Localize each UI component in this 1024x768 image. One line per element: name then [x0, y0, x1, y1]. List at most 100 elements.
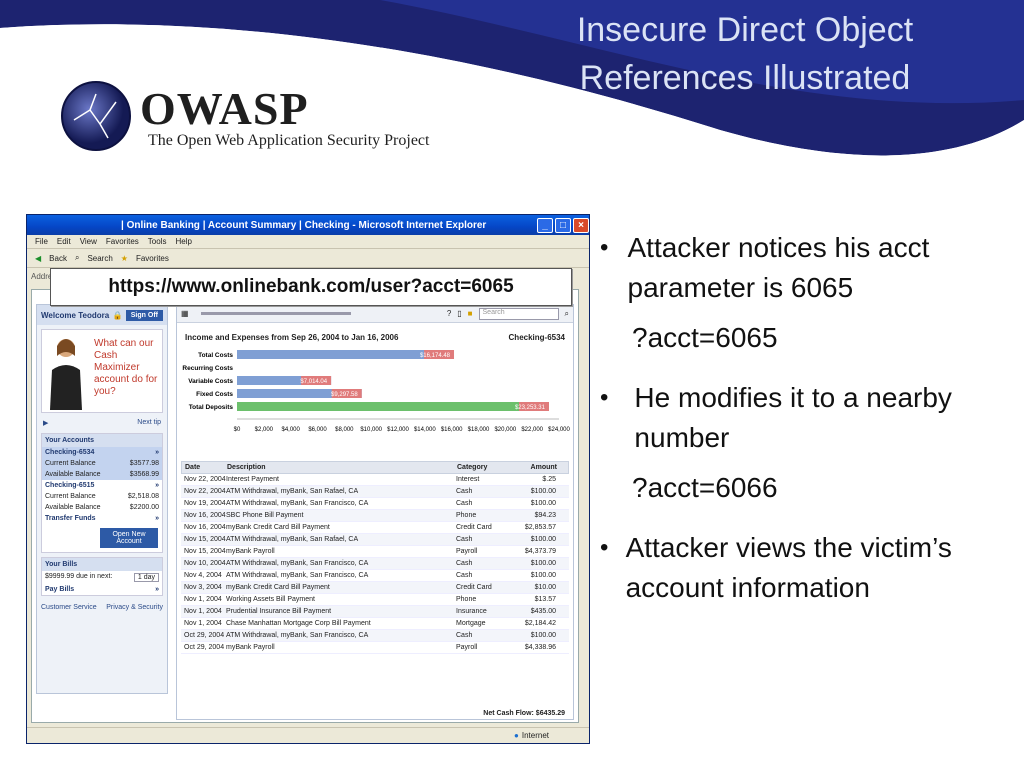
- x-tick-label: $14,000: [414, 427, 436, 433]
- promo-text: What can our Cash Maximizer account do f…: [94, 338, 158, 397]
- transfer-funds-label[interactable]: Transfer Funds: [45, 515, 96, 522]
- cell-date: Nov 19, 2004: [184, 500, 226, 507]
- account-row[interactable]: Checking-6534 »: [42, 447, 162, 458]
- bills-period-select[interactable]: 1 day: [133, 573, 159, 582]
- chart-account: Checking-6534: [508, 333, 565, 342]
- cell-amount: $100.00: [530, 632, 556, 639]
- cell-date: Nov 1, 2004: [184, 608, 222, 615]
- chart-bar[interactable]: [237, 402, 549, 411]
- cell-date: Nov 16, 2004: [184, 512, 226, 519]
- chart-toolbar: ▦ ? ▯ ■ Search ⌕: [177, 305, 573, 323]
- table-row[interactable]: Nov 10, 2004 ATM Withdrawal, myBank, San …: [181, 558, 569, 570]
- table-row[interactable]: Nov 22, 2004 ATM Withdrawal, myBank, San …: [181, 486, 569, 498]
- maximize-icon[interactable]: □: [555, 217, 571, 233]
- pay-bills-label[interactable]: Pay Bills: [45, 586, 74, 593]
- left-footer: Customer Service Privacy & Security: [37, 600, 167, 615]
- cell-date: Nov 22, 2004: [184, 488, 226, 495]
- status-zone: Internet: [521, 731, 549, 740]
- search-icon[interactable]: ⌕: [565, 309, 569, 319]
- calendar-icon[interactable]: ▦: [181, 309, 189, 318]
- table-row[interactable]: Nov 16, 2004 SBC Phone Bill Payment Phone $…: [181, 510, 569, 522]
- bills-due-row: $9999.99 due in next: 1 day: [42, 571, 162, 584]
- date-range-slider[interactable]: [200, 312, 351, 315]
- document-icon[interactable]: ▯: [457, 309, 461, 318]
- chevron-right-icon[interactable]: »: [155, 449, 159, 456]
- account-row[interactable]: Checking-6515 »: [42, 480, 162, 491]
- chevron-right-icon[interactable]: »: [155, 586, 159, 593]
- privacy-link[interactable]: Privacy & Security: [106, 604, 163, 611]
- customer-service-link[interactable]: Customer Service: [41, 604, 97, 611]
- header-amount[interactable]: Amount: [515, 464, 563, 471]
- bar-value-label: $16,174.48: [420, 353, 451, 359]
- table-row[interactable]: Nov 15, 2004 ATM Withdrawal, myBank, San …: [181, 534, 569, 546]
- table-row[interactable]: Nov 1, 2004 Working Assets Bill Payment Ph…: [181, 594, 569, 606]
- favorites-button[interactable]: Favorites: [136, 254, 169, 263]
- menu-tools[interactable]: Tools: [148, 237, 167, 246]
- cell-description: ATM Withdrawal, myBank, San Rafael, CA: [226, 488, 359, 495]
- chevron-right-icon[interactable]: »: [155, 482, 159, 489]
- table-row[interactable]: Nov 19, 2004 ATM Withdrawal, myBank, San …: [181, 498, 569, 510]
- cell-date: Nov 15, 2004: [184, 548, 226, 555]
- menu-favorites[interactable]: Favorites: [106, 237, 139, 246]
- cell-category: Payroll: [456, 644, 478, 651]
- menu-view[interactable]: View: [80, 237, 97, 246]
- cell-amount: $10.00: [534, 584, 556, 591]
- sign-off-button[interactable]: Sign Off: [125, 309, 163, 321]
- cell-date: Nov 15, 2004: [184, 536, 226, 543]
- favorites-icon[interactable]: ★: [121, 254, 128, 263]
- back-icon[interactable]: ◀: [35, 254, 41, 263]
- cell-category: Cash: [456, 572, 473, 579]
- table-row[interactable]: Oct 29, 2004 ATM Withdrawal, myBank, San …: [181, 630, 569, 642]
- account-row: Current Balance $2,518.08: [42, 491, 162, 502]
- header-date[interactable]: Date: [182, 464, 227, 471]
- table-row[interactable]: Nov 4, 2004 ATM Withdrawal, myBank, San F…: [181, 570, 569, 582]
- search-input[interactable]: Search: [478, 307, 559, 320]
- cell-description: Prudential Insurance Bill Payment: [226, 608, 332, 615]
- menu-edit[interactable]: Edit: [57, 237, 71, 246]
- status-bar: ● Internet: [27, 727, 589, 743]
- cell-amount: $.25: [542, 476, 556, 483]
- bar-value-label: $23,253.31: [515, 405, 546, 411]
- transfer-funds-link[interactable]: Transfer Funds »: [42, 513, 162, 524]
- back-button[interactable]: Back: [49, 254, 67, 263]
- table-row[interactable]: Oct 29, 2004 myBank Payroll Payroll $4,338.…: [181, 642, 569, 654]
- cell-amount: $100.00: [530, 536, 556, 543]
- table-row[interactable]: Nov 16, 2004 myBank Credit Card Bill Paym…: [181, 522, 569, 534]
- table-row[interactable]: Nov 22, 2004 Interest Payment Interest $.25: [181, 474, 569, 486]
- cell-category: Credit Card: [456, 584, 492, 591]
- table-row[interactable]: Nov 15, 2004 myBank Payroll Payroll $4,373.…: [181, 546, 569, 558]
- menu-help[interactable]: Help: [175, 237, 191, 246]
- header-description[interactable]: Description: [227, 464, 457, 471]
- table-row[interactable]: Nov 3, 2004 myBank Credit Card Bill Payme…: [181, 582, 569, 594]
- open-account-button[interactable]: Open New Account: [100, 528, 158, 548]
- header-category[interactable]: Category: [457, 464, 515, 471]
- help-icon[interactable]: ?: [447, 309, 451, 318]
- minimize-icon[interactable]: _: [537, 217, 553, 233]
- slide: Insecure Direct Object References Illust…: [0, 0, 1024, 768]
- account-name[interactable]: Checking-6515: [45, 482, 94, 489]
- folder-icon[interactable]: ■: [468, 309, 473, 318]
- search-button[interactable]: Search: [87, 254, 112, 263]
- bullet-text: He modifies it to a nearby number: [634, 382, 952, 453]
- x-tick-label: $22,000: [521, 427, 543, 433]
- pay-bills-link[interactable]: Pay Bills »: [42, 584, 162, 595]
- cell-category: Interest: [456, 476, 480, 483]
- account-name[interactable]: Checking-6534: [45, 449, 94, 456]
- bullet-text: Attacker notices his acct parameter is 6…: [627, 232, 930, 303]
- cell-description: ATM Withdrawal, myBank, San Francisco, C…: [226, 572, 369, 579]
- chevron-right-icon[interactable]: »: [155, 515, 159, 522]
- toolbar: ◀ Back ⌕ Search ★ Favorites: [27, 249, 589, 268]
- search-icon[interactable]: ⌕: [75, 253, 79, 263]
- table-row[interactable]: Nov 1, 2004 Chase Manhattan Mortgage Corp…: [181, 618, 569, 630]
- close-icon[interactable]: ×: [573, 217, 589, 233]
- balance-value: $3568.99: [129, 471, 159, 478]
- cell-amount: $435.00: [530, 608, 556, 615]
- next-tip-link[interactable]: Next tip: [137, 419, 161, 427]
- category-label: Total Costs: [198, 352, 233, 359]
- menu-file[interactable]: File: [35, 237, 48, 246]
- globe-icon: ●: [514, 731, 519, 740]
- x-tick-label: $4,000: [281, 427, 300, 433]
- table-row[interactable]: Nov 1, 2004 Prudential Insurance Bill Pay…: [181, 606, 569, 618]
- play-icon[interactable]: ▶: [43, 419, 48, 427]
- balance-label: Available Balance: [45, 471, 101, 478]
